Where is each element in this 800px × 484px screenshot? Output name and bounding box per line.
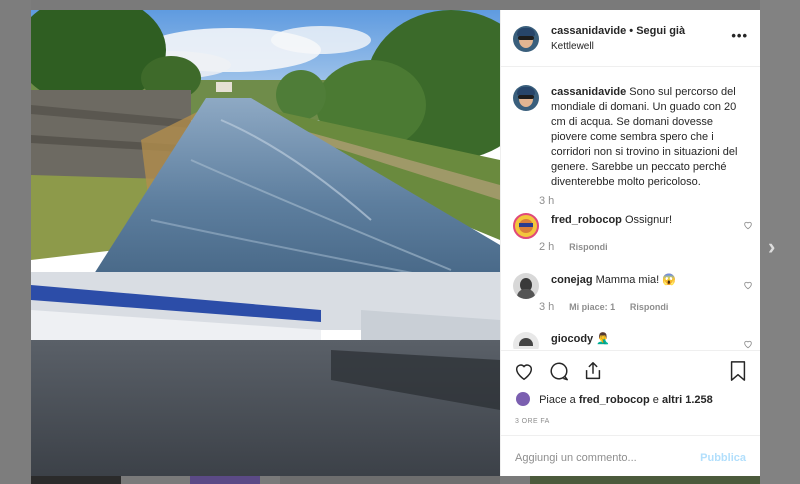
publish-button[interactable]: Pubblica	[700, 452, 746, 464]
comment-text: Mamma mia! 😱	[595, 274, 676, 286]
post-photo	[31, 10, 500, 476]
post-location[interactable]: Kettlewell	[551, 41, 594, 52]
comment-heart-icon[interactable]	[743, 220, 753, 230]
liker-username[interactable]: fred_robocop	[579, 394, 650, 406]
feed-thumbnail[interactable]	[280, 476, 500, 484]
comment-username[interactable]: conejag	[551, 274, 593, 286]
post-sidebar: cassanidavide • Segui già Kettlewell •••…	[500, 10, 760, 476]
comment-time[interactable]: 3 h	[539, 301, 554, 313]
likes-prefix: Piace a	[539, 393, 576, 406]
backdrop	[760, 0, 800, 484]
caption-body: cassanidavide Sono sul percorso del mond…	[551, 85, 751, 190]
commenter-avatar[interactable]	[513, 273, 539, 299]
likes-others-link[interactable]: altri 1.258	[662, 394, 713, 406]
comment-meta: 3 h Mi piace: 1 Rispondi	[539, 301, 668, 313]
comment-username[interactable]: giocody	[551, 333, 593, 345]
author-header: cassanidavide • Segui già	[551, 25, 685, 37]
comment-heart-icon[interactable]	[743, 339, 753, 349]
author-avatar[interactable]	[513, 26, 539, 52]
comment-time[interactable]: 2 h	[539, 241, 554, 253]
comment-composer: Aggiungi un commento... Pubblica	[501, 435, 760, 476]
bookmark-icon[interactable]	[728, 360, 748, 382]
post-timestamp[interactable]: 3 ORE FA	[515, 418, 550, 425]
chevron-right-icon[interactable]: ›	[768, 234, 775, 260]
commenter-avatar[interactable]	[513, 332, 539, 349]
post-modal: cassanidavide • Segui già Kettlewell •••…	[31, 10, 760, 476]
reply-link[interactable]: Rispondi	[630, 302, 669, 312]
share-icon[interactable]	[582, 360, 604, 382]
feed-thumbnail[interactable]	[530, 476, 760, 484]
more-horizontal-icon[interactable]: •••	[731, 28, 748, 43]
comment-text: Ossignur!	[624, 214, 673, 226]
caption-avatar[interactable]	[513, 85, 539, 111]
caption-text: Sono sul percorso del mondiale di domani…	[551, 86, 738, 188]
feed-thumbnail[interactable]	[190, 476, 260, 484]
photo-flooded-road	[31, 10, 500, 476]
comment-input[interactable]: Aggiungi un commento...	[515, 452, 637, 464]
likes-conj: e	[652, 393, 659, 406]
comment-meta: 2 h Rispondi	[539, 241, 608, 253]
caption-meta: 3 h	[539, 195, 554, 207]
backdrop	[0, 0, 31, 484]
liker-avatar[interactable]	[516, 392, 530, 406]
feed-thumbnail[interactable]	[31, 476, 121, 484]
comment-body: giocody 🤦‍♂️	[551, 332, 751, 347]
post-header: cassanidavide • Segui già Kettlewell •••	[501, 10, 760, 67]
comment-username[interactable]: fred_robocop	[551, 214, 622, 226]
commenter-avatar[interactable]	[513, 213, 539, 239]
comment-heart-icon[interactable]	[743, 280, 753, 290]
caption-username[interactable]: cassanidavide	[551, 86, 626, 98]
comment-body: conejag Mamma mia! 😱	[551, 273, 751, 288]
reply-link[interactable]: Rispondi	[569, 242, 608, 252]
likes-summary: Piace a fred_robocop e altri 1.258	[516, 392, 713, 407]
action-bar: Piace a fred_robocop e altri 1.258 3 ORE…	[501, 350, 760, 431]
separator-dot: •	[629, 25, 634, 37]
comment-body: fred_robocop Ossignur!	[551, 213, 751, 228]
comment-text: 🤦‍♂️	[596, 333, 610, 345]
author-username[interactable]: cassanidavide	[551, 25, 626, 37]
following-status[interactable]: Segui già	[636, 25, 685, 37]
comments-list[interactable]: cassanidavide Sono sul percorso del mond…	[501, 67, 760, 349]
caption-time[interactable]: 3 h	[539, 195, 554, 207]
comment-likes[interactable]: Mi piace: 1	[569, 302, 615, 312]
comment-icon[interactable]	[548, 360, 570, 382]
heart-icon[interactable]	[513, 360, 535, 382]
